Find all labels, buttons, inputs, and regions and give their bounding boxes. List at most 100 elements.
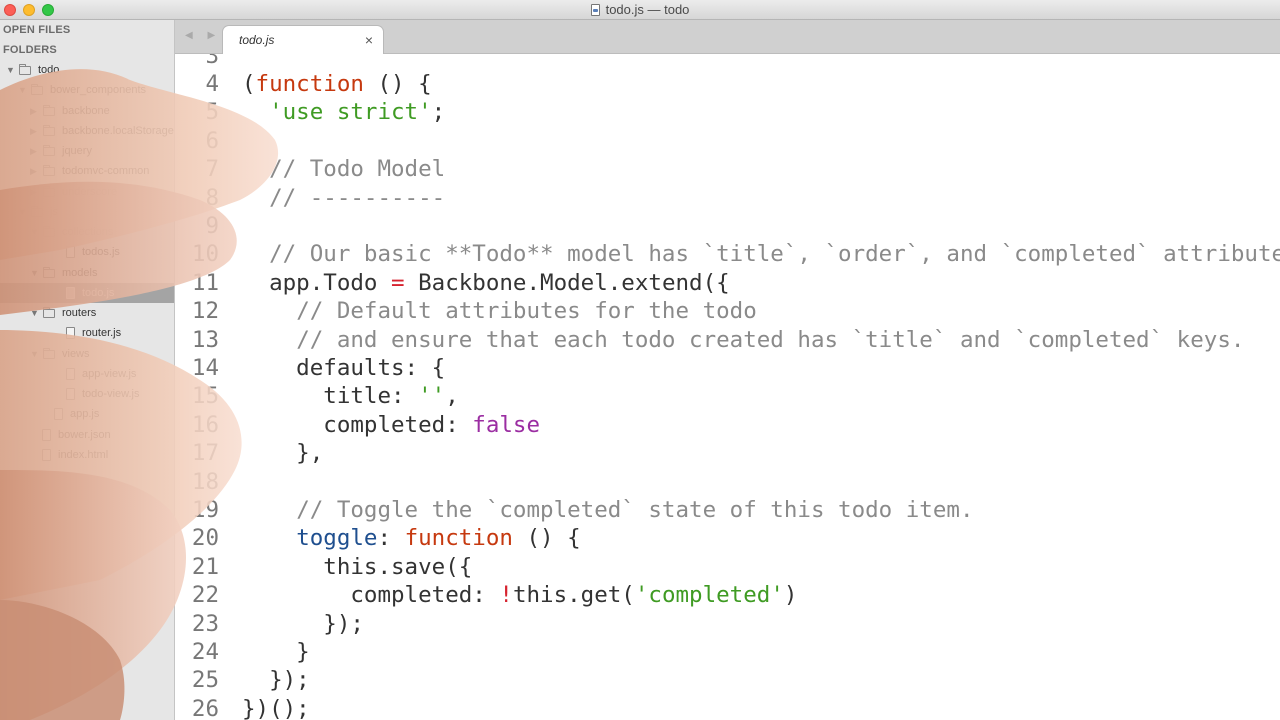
code-line[interactable]: 24 } — [175, 638, 1280, 666]
line-number: 5 — [205, 99, 219, 126]
disclosure-open-icon[interactable]: ▼ — [18, 80, 27, 100]
code-line[interactable]: 17 }, — [175, 439, 1280, 467]
tab-close-icon[interactable]: × — [365, 32, 373, 48]
disclosure-closed-icon[interactable]: ▶ — [30, 101, 37, 121]
disclosure-open-icon[interactable]: ▼ — [18, 202, 27, 222]
code-text: completed: false — [242, 411, 540, 439]
token-fn: toggle — [296, 525, 378, 552]
folder-icon — [31, 205, 43, 217]
code-text: // Todo Model — [242, 155, 445, 183]
code-text: }); — [242, 666, 310, 694]
token-plain: } — [242, 638, 310, 665]
code-line[interactable]: 16 completed: false — [175, 411, 1280, 439]
file-icon — [66, 286, 75, 299]
tree-item-label: router.js — [82, 327, 122, 340]
code-text: }, — [242, 439, 323, 467]
folder-underscore[interactable]: ▶ underscore — [0, 182, 174, 202]
folder-backbone[interactable]: ▶ backbone — [0, 101, 174, 121]
code-line[interactable]: 6 — [175, 127, 1280, 155]
folder-jquery[interactable]: ▶ jquery — [0, 141, 174, 161]
disclosure-open-icon[interactable]: ▼ — [30, 222, 39, 242]
file-todo-js[interactable]: todo.js — [0, 282, 174, 303]
code-line[interactable]: 3 — [175, 54, 1280, 70]
disclosure-open-icon[interactable]: ▼ — [30, 263, 39, 283]
folder-js[interactable]: ▼ js — [0, 202, 174, 222]
code-line[interactable]: 15 title: '', — [175, 382, 1280, 410]
code-text: // and ensure that each todo created has… — [242, 326, 1244, 354]
code-line[interactable]: 13 // and ensure that each todo created … — [175, 326, 1280, 354]
disclosure-closed-icon[interactable]: ▶ — [30, 121, 37, 141]
code-line[interactable]: 11 app.Todo = Backbone.Model.extend({ — [175, 269, 1280, 297]
file-todos-js[interactable]: todos.js — [0, 242, 174, 262]
code-line[interactable]: 7 // Todo Model — [175, 155, 1280, 183]
line-number: 15 — [191, 383, 219, 410]
tab-nav-arrows-icon[interactable]: ◀ ▶ — [185, 30, 221, 41]
folders-header: FOLDERS — [3, 44, 57, 56]
token-const: false — [472, 411, 541, 438]
folder-icon — [43, 185, 55, 197]
line-number: 26 — [191, 695, 219, 720]
disclosure-closed-icon[interactable]: ▶ — [30, 161, 37, 181]
code-line[interactable]: 23 }); — [175, 610, 1280, 638]
disclosure-open-icon[interactable]: ▼ — [30, 303, 39, 323]
code-line[interactable]: 12 // Default attributes for the todo — [175, 297, 1280, 325]
file-router-js[interactable]: router.js — [0, 323, 174, 343]
tab-todo-js[interactable]: todo.js × — [223, 26, 383, 54]
code-text: })(); — [242, 695, 310, 720]
code-line[interactable]: 9 — [175, 212, 1280, 240]
file-icon — [66, 327, 75, 340]
file-bower-json[interactable]: bower.json — [0, 425, 174, 445]
token-kw: function — [255, 70, 364, 97]
token-kw: function — [404, 525, 513, 552]
code-line[interactable]: 21 this.save({ — [175, 553, 1280, 581]
folder-todo[interactable]: ▼ todo — [0, 60, 174, 80]
token-str: 'completed' — [634, 582, 784, 609]
folder-routers[interactable]: ▼ routers — [0, 303, 174, 323]
folder-views[interactable]: ▼ views — [0, 344, 174, 364]
code-text: // Default attributes for the todo — [242, 297, 757, 325]
disclosure-closed-icon[interactable]: ▶ — [30, 182, 37, 202]
code-line[interactable]: 20 toggle: function () { — [175, 524, 1280, 552]
folder-icon — [43, 165, 55, 177]
folder-icon — [43, 347, 55, 359]
code-line[interactable]: 18 — [175, 468, 1280, 496]
line-number: 14 — [191, 354, 219, 381]
code-line[interactable]: 26 })(); — [175, 695, 1280, 720]
folder-icon — [43, 266, 55, 278]
file-index-html[interactable]: index.html — [0, 445, 174, 465]
code-line[interactable]: 5 'use strict'; — [175, 98, 1280, 126]
token-plain: defaults: { — [242, 354, 446, 381]
token-plain: }, — [242, 440, 324, 467]
code-editor[interactable]: 3 4 (function () {5 'use strict'; 6 7 // Tod… — [175, 54, 1280, 720]
code-line[interactable]: 25 }); — [175, 666, 1280, 694]
token-plain: () { — [512, 525, 581, 552]
code-line[interactable]: 14 defaults: { — [175, 354, 1280, 382]
line-number: 4 — [205, 70, 219, 97]
line-number: 7 — [205, 156, 219, 183]
line-number: 3 — [205, 54, 219, 69]
folder-collections[interactable]: ▼ collections — [0, 222, 174, 242]
file-icon — [54, 408, 63, 421]
token-plain: ( — [242, 70, 256, 97]
file-app-js[interactable]: app.js — [0, 404, 174, 424]
file-app-view-js[interactable]: app-view.js — [0, 364, 174, 384]
token-plain: }); — [242, 667, 310, 694]
line-number: 24 — [191, 638, 219, 665]
code-line[interactable]: 10 // Our basic **Todo** model has `titl… — [175, 240, 1280, 268]
folder-todomvc-common[interactable]: ▶ todomvc-common — [0, 161, 174, 181]
token-op: = — [391, 269, 405, 296]
code-line[interactable]: 22 completed: !this.get('completed') — [175, 581, 1280, 609]
folder-models[interactable]: ▼ models — [0, 263, 174, 283]
file-todo-view-js[interactable]: todo-view.js — [0, 384, 174, 404]
code-line[interactable]: 19 // Toggle the `completed` state of th… — [175, 496, 1280, 524]
disclosure-open-icon[interactable]: ▼ — [6, 60, 15, 80]
code-line[interactable]: 8 // ---------- — [175, 184, 1280, 212]
folder-backbone-localstorage[interactable]: ▶ backbone.localStorage — [0, 121, 174, 141]
tree-item-label: bower_components — [50, 84, 147, 97]
disclosure-closed-icon[interactable]: ▶ — [30, 141, 37, 161]
line-number: 11 — [191, 269, 219, 296]
folder-bower-components[interactable]: ▼ bower_components — [0, 80, 174, 100]
disclosure-open-icon[interactable]: ▼ — [30, 344, 39, 364]
code-line[interactable]: 4 (function () { — [175, 70, 1280, 98]
